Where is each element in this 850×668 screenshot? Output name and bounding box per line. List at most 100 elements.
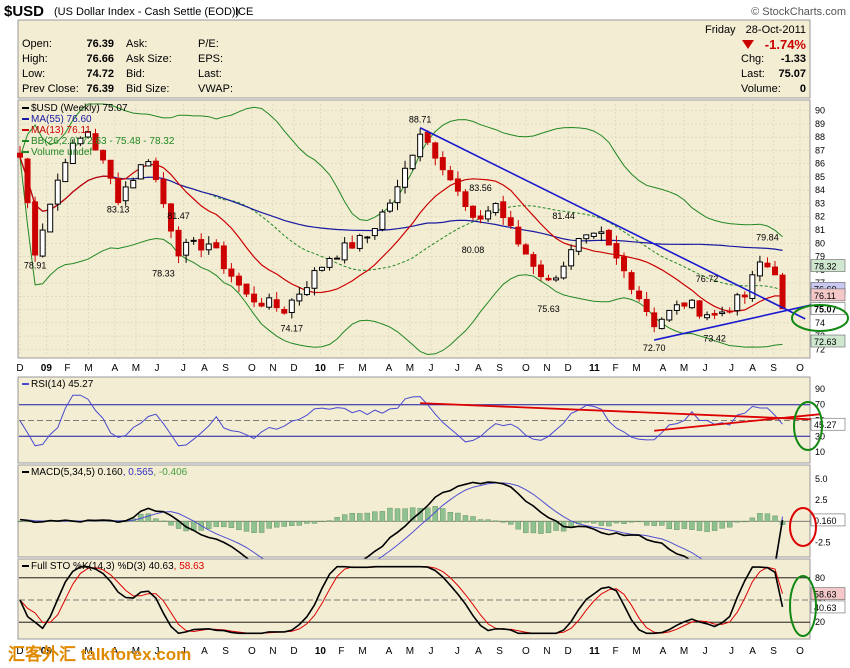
x-tick-label: D: [290, 646, 297, 657]
macd-histogram-bar: [636, 521, 642, 523]
y-tick-label: 88: [815, 132, 825, 142]
x-tick-label: A: [386, 646, 393, 657]
macd-label: MACD(5,34,5) 0.160, 0.565, -0.406: [31, 467, 188, 478]
macd-histogram-bar: [613, 521, 620, 524]
macd-histogram-bar: [764, 513, 771, 522]
price-box-label: 72.63: [814, 337, 837, 347]
sto-label: Full STO %K(14,3) %D(3) 40.63, 58.63: [31, 561, 205, 572]
x-tick-label: M: [680, 646, 688, 657]
x-tick-label: J: [455, 363, 460, 374]
candle-body: [696, 300, 703, 317]
copyright: © StockCharts.com: [751, 6, 846, 18]
x-tick-label: M: [406, 646, 414, 657]
x-tick-label: J: [429, 646, 434, 657]
price-box-label: 76.11: [814, 291, 836, 301]
x-tick-label: M: [406, 363, 414, 374]
x-tick-label: J: [181, 363, 186, 374]
macd-histogram-bar: [296, 521, 303, 526]
macd-histogram-bar: [477, 519, 484, 522]
chart-header: $USD (US Dollar Index - Cash Settle (EOD…: [4, 3, 846, 20]
macd-label-part: MACD(5,34,5): [31, 467, 95, 478]
sto-label-part: 40.63: [146, 561, 174, 572]
rsi-value-label: 45.27: [814, 420, 837, 430]
candle-body: [666, 309, 673, 321]
candle-body: [288, 299, 295, 313]
candle-body: [704, 314, 711, 319]
candle-body: [628, 272, 635, 290]
candle-body: [643, 298, 650, 312]
macd-histogram-bar: [17, 521, 23, 523]
candle-body: [100, 149, 107, 161]
candle-body: [605, 229, 612, 246]
sto-value-label: 58.63: [814, 590, 837, 600]
legend-entry: Volume undef: [31, 147, 92, 158]
quote-field: Bid Size:: [126, 83, 169, 95]
candle-body: [779, 274, 786, 310]
macd-histogram-bar: [651, 521, 657, 526]
x-tick-label: D: [290, 363, 297, 374]
candle-body: [266, 297, 273, 308]
x-tick-label: A: [475, 363, 482, 374]
macd-histogram-bar: [266, 521, 272, 529]
x-tick-label: F: [64, 363, 70, 374]
candle-body: [145, 161, 152, 167]
x-tick-label: F: [612, 363, 618, 374]
macd-histogram-bar: [696, 521, 703, 531]
macd-histogram-bar: [492, 520, 499, 522]
x-tick-label: S: [496, 363, 503, 374]
x-tick-label: D: [16, 363, 23, 374]
candle-body: [24, 158, 31, 204]
sto-value-label: 40.63: [814, 603, 837, 613]
macd-histogram-bar: [236, 521, 242, 530]
x-tick-label: 11: [589, 646, 600, 657]
candle-body: [273, 299, 280, 309]
candle-body: [500, 201, 507, 219]
price-annotation: 81.44: [552, 211, 575, 221]
macd-histogram-bar: [538, 521, 544, 534]
macd-tick-label: 2.5: [815, 495, 828, 505]
macd-histogram-bar: [289, 521, 295, 526]
x-axis: D 09 F M A M J J A S O N D 10 F M A M J J A S O N D 11 F M A M J J A S O: [16, 359, 810, 375]
quote-label: Low:: [22, 68, 45, 80]
candle-body: [636, 290, 643, 300]
candle-body: [447, 170, 454, 181]
candle-body: [681, 302, 688, 307]
x-tick-label: J: [429, 363, 434, 374]
x-tick-label: 10: [315, 646, 327, 657]
price-annotation: 88.71: [409, 115, 432, 125]
x-tick-label: O: [248, 363, 256, 374]
candle-body: [62, 162, 69, 183]
stock-chart: $USD (US Dollar Index - Cash Settle (EOD…: [4, 3, 849, 664]
macd-histogram-bar: [643, 521, 650, 526]
candle-body: [326, 258, 333, 268]
candle-body: [537, 264, 544, 278]
x-tick-label: D: [564, 363, 571, 374]
x-tick-label: M: [84, 363, 92, 374]
x-tick-label: A: [749, 363, 756, 374]
macd-histogram-bar: [206, 521, 212, 529]
macd-histogram-bar: [153, 518, 159, 522]
macd-histogram-bar: [364, 512, 370, 522]
quote-value: 76.39: [86, 38, 114, 50]
y-tick-label: 83: [815, 198, 825, 208]
candle-body: [115, 177, 122, 203]
price-box-label: 78.32: [814, 262, 837, 272]
symbol-description: (US Dollar Index - Cash Settle (EOD)): [54, 6, 239, 18]
macd-tick-label: -2.5: [815, 537, 831, 547]
macd-histogram-bar: [281, 521, 287, 527]
macd-histogram-bar: [379, 511, 386, 522]
x-tick-label: N: [543, 363, 550, 374]
macd-histogram-bar: [160, 520, 167, 522]
macd-histogram-bar: [666, 521, 672, 530]
macd-label-part: 0.160: [95, 467, 123, 478]
candle-body: [621, 256, 627, 272]
symbol: $USD: [4, 3, 44, 20]
macd-histogram-bar: [621, 521, 627, 524]
price-annotation: 75.63: [537, 304, 560, 314]
macd-histogram-bar: [719, 521, 725, 529]
quote-label: High:: [22, 53, 48, 65]
candle-body: [560, 265, 567, 279]
candle-body: [258, 302, 265, 307]
candle-body: [319, 266, 325, 271]
x-tick-label: F: [338, 363, 344, 374]
